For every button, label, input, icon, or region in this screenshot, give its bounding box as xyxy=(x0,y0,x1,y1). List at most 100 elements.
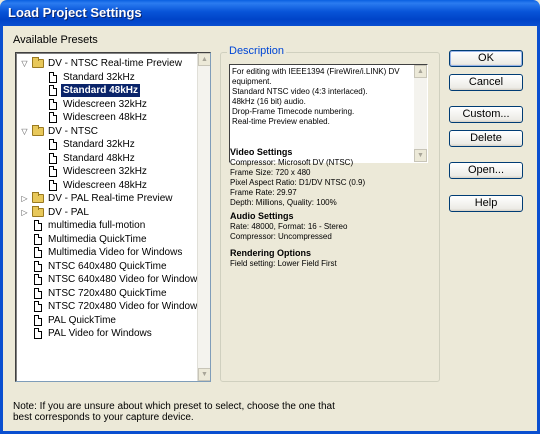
tree-preset-item[interactable]: Widescreen 48kHz xyxy=(17,179,197,192)
tree-preset-item[interactable]: Widescreen 32kHz xyxy=(17,98,197,111)
document-icon xyxy=(34,328,42,339)
tree-item-label: DV - PAL Real-time Preview xyxy=(48,193,173,204)
audio-settings-heading: Audio Settings xyxy=(230,211,294,221)
tree-item-label: Standard 32kHz xyxy=(63,139,135,150)
tree-folder-item[interactable]: ▽ DV - NTSC Real-time Preview xyxy=(17,57,197,70)
audio-setting-line: Rate: 48000, Format: 16 - Stereo xyxy=(230,222,348,231)
delete-button[interactable]: Delete xyxy=(449,130,523,147)
video-setting-line: Frame Rate: 29.97 xyxy=(230,188,297,197)
presets-tree-list: ▽ DV - NTSC Real-time Preview Standard 32k… xyxy=(17,55,202,381)
tree-preset-item[interactable]: NTSC 640x480 QuickTime xyxy=(17,260,197,273)
document-icon xyxy=(34,260,42,272)
tree-preset-item[interactable]: NTSC 720x480 QuickTime xyxy=(17,287,197,300)
tree-preset-item[interactable]: NTSC 640x480 Video for Windows xyxy=(17,273,202,286)
description-scroll-down[interactable]: ▼ xyxy=(414,149,427,162)
tree-item-label: multimedia full-motion xyxy=(48,220,146,231)
available-presets-label: Available Presets xyxy=(13,34,98,46)
rendering-options-section: Rendering Options Field setting: Lower F… xyxy=(230,248,337,269)
collapsed-triangle-icon[interactable]: ▷ xyxy=(20,194,29,203)
document-icon xyxy=(34,233,42,245)
folder-icon xyxy=(32,205,44,217)
tree-folder-item[interactable]: ▷ DV - PAL xyxy=(17,205,197,219)
folder-icon xyxy=(32,124,44,136)
tree-preset-item[interactable]: PAL QuickTime xyxy=(17,314,197,327)
document-icon xyxy=(34,287,42,299)
tree-preset-item[interactable]: Widescreen 48kHz xyxy=(17,111,197,124)
description-text: For editing with IEEE1394 (FireWire/i.LI… xyxy=(232,67,400,126)
document-icon xyxy=(49,152,57,164)
description-scrollbar[interactable]: ▲ ▼ xyxy=(414,65,427,162)
tree-item-label: NTSC 640x480 Video for Windows xyxy=(48,274,203,285)
video-setting-line: Depth: Millions, Quality: 100% xyxy=(230,198,337,207)
tree-item-label: Widescreen 32kHz xyxy=(63,166,147,177)
rendering-options-heading: Rendering Options xyxy=(230,248,311,258)
description-legend: Description xyxy=(227,45,287,57)
cancel-button[interactable]: Cancel xyxy=(449,74,523,91)
preset-note: Note: If you are unsure about which pres… xyxy=(13,401,335,423)
document-icon xyxy=(34,247,42,258)
audio-settings-section: Audio Settings Rate: 48000, Format: 16 -… xyxy=(230,211,347,242)
scroll-down-button[interactable]: ▼ xyxy=(198,368,210,381)
tree-preset-item[interactable]: multimedia full-motion xyxy=(17,219,197,232)
tree-item-label: DV - PAL xyxy=(48,206,89,218)
tree-item-label: Standard 48kHz xyxy=(63,152,135,164)
audio-setting-line: Compressor: Uncompressed xyxy=(230,232,332,241)
expanded-triangle-icon[interactable]: ▽ xyxy=(20,59,29,68)
tree-preset-item[interactable]: Standard 48kHz xyxy=(17,152,197,165)
ok-button[interactable]: OK xyxy=(449,50,523,67)
tree-preset-item[interactable]: Multimedia QuickTime xyxy=(17,233,197,246)
window-title: Load Project Settings xyxy=(8,5,142,20)
tree-item-label: Multimedia QuickTime xyxy=(48,233,147,245)
tree-item-label: NTSC 720x480 QuickTime xyxy=(48,287,167,299)
title-bar[interactable]: Load Project Settings xyxy=(0,0,540,26)
folder-icon xyxy=(32,57,44,68)
document-icon xyxy=(49,112,57,123)
tree-preset-item[interactable]: PAL Video for Windows xyxy=(17,327,197,340)
video-settings-heading: Video Settings xyxy=(230,147,293,157)
document-icon xyxy=(49,139,57,150)
help-button[interactable]: Help xyxy=(449,195,523,212)
document-icon xyxy=(34,274,42,285)
video-setting-line: Compressor: Microsoft DV (NTSC) xyxy=(230,158,354,167)
tree-item-label: Widescreen 48kHz xyxy=(63,112,147,123)
expanded-triangle-icon[interactable]: ▽ xyxy=(20,127,29,136)
tree-item-label: PAL Video for Windows xyxy=(48,328,152,339)
tree-item-label: Standard 48kHz xyxy=(61,84,141,97)
tree-preset-item[interactable]: Standard 32kHz xyxy=(17,71,197,84)
document-icon xyxy=(49,85,57,96)
tree-item-label: Multimedia Video for Windows xyxy=(48,247,183,258)
tree-item-label: Widescreen 32kHz xyxy=(63,98,147,110)
tree-item-label: Widescreen 48kHz xyxy=(63,179,147,191)
tree-item-label: PAL QuickTime xyxy=(48,314,116,326)
tree-preset-item[interactable]: Standard 32kHz xyxy=(17,138,197,151)
presets-tree-scrollbar[interactable]: ▲ ▼ xyxy=(197,53,210,381)
rendering-option-line: Field setting: Lower Field First xyxy=(230,259,337,268)
tree-item-label: NTSC 720x480 Video for Windows xyxy=(48,301,203,312)
folder-icon xyxy=(32,192,44,203)
tree-preset-item[interactable]: Multimedia Video for Windows xyxy=(17,246,197,259)
document-icon xyxy=(49,179,57,191)
video-setting-line: Frame Size: 720 x 480 xyxy=(230,168,311,177)
tree-preset-item[interactable]: NTSC 720x480 Video for Windows xyxy=(17,300,202,313)
presets-tree[interactable]: ▽ DV - NTSC Real-time Preview Standard 32k… xyxy=(15,52,211,382)
collapsed-triangle-icon[interactable]: ▷ xyxy=(20,208,29,217)
tree-folder-item[interactable]: ▷ DV - PAL Real-time Preview xyxy=(17,192,197,205)
tree-item-label: DV - NTSC xyxy=(48,125,98,137)
document-icon xyxy=(49,166,57,177)
scroll-up-button[interactable]: ▲ xyxy=(198,53,210,66)
document-icon xyxy=(49,71,57,83)
document-icon xyxy=(49,98,57,110)
tree-item-label: Standard 32kHz xyxy=(63,71,135,83)
open-button[interactable]: Open... xyxy=(449,162,523,179)
tree-item-label: DV - NTSC Real-time Preview xyxy=(48,58,182,69)
document-icon xyxy=(34,301,42,312)
description-scroll-up[interactable]: ▲ xyxy=(414,65,427,78)
video-settings-section: Video Settings Compressor: Microsoft DV … xyxy=(230,147,365,208)
window-frame-left xyxy=(0,26,3,434)
video-setting-line: Pixel Aspect Ratio: D1/DV NTSC (0.9) xyxy=(230,178,366,187)
tree-folder-item[interactable]: ▽ DV - NTSC xyxy=(17,124,197,138)
tree-preset-item[interactable]: Standard 48kHz xyxy=(17,84,197,97)
tree-preset-item[interactable]: Widescreen 32kHz xyxy=(17,165,197,178)
custom-button[interactable]: Custom... xyxy=(449,106,523,123)
document-icon xyxy=(34,314,42,326)
